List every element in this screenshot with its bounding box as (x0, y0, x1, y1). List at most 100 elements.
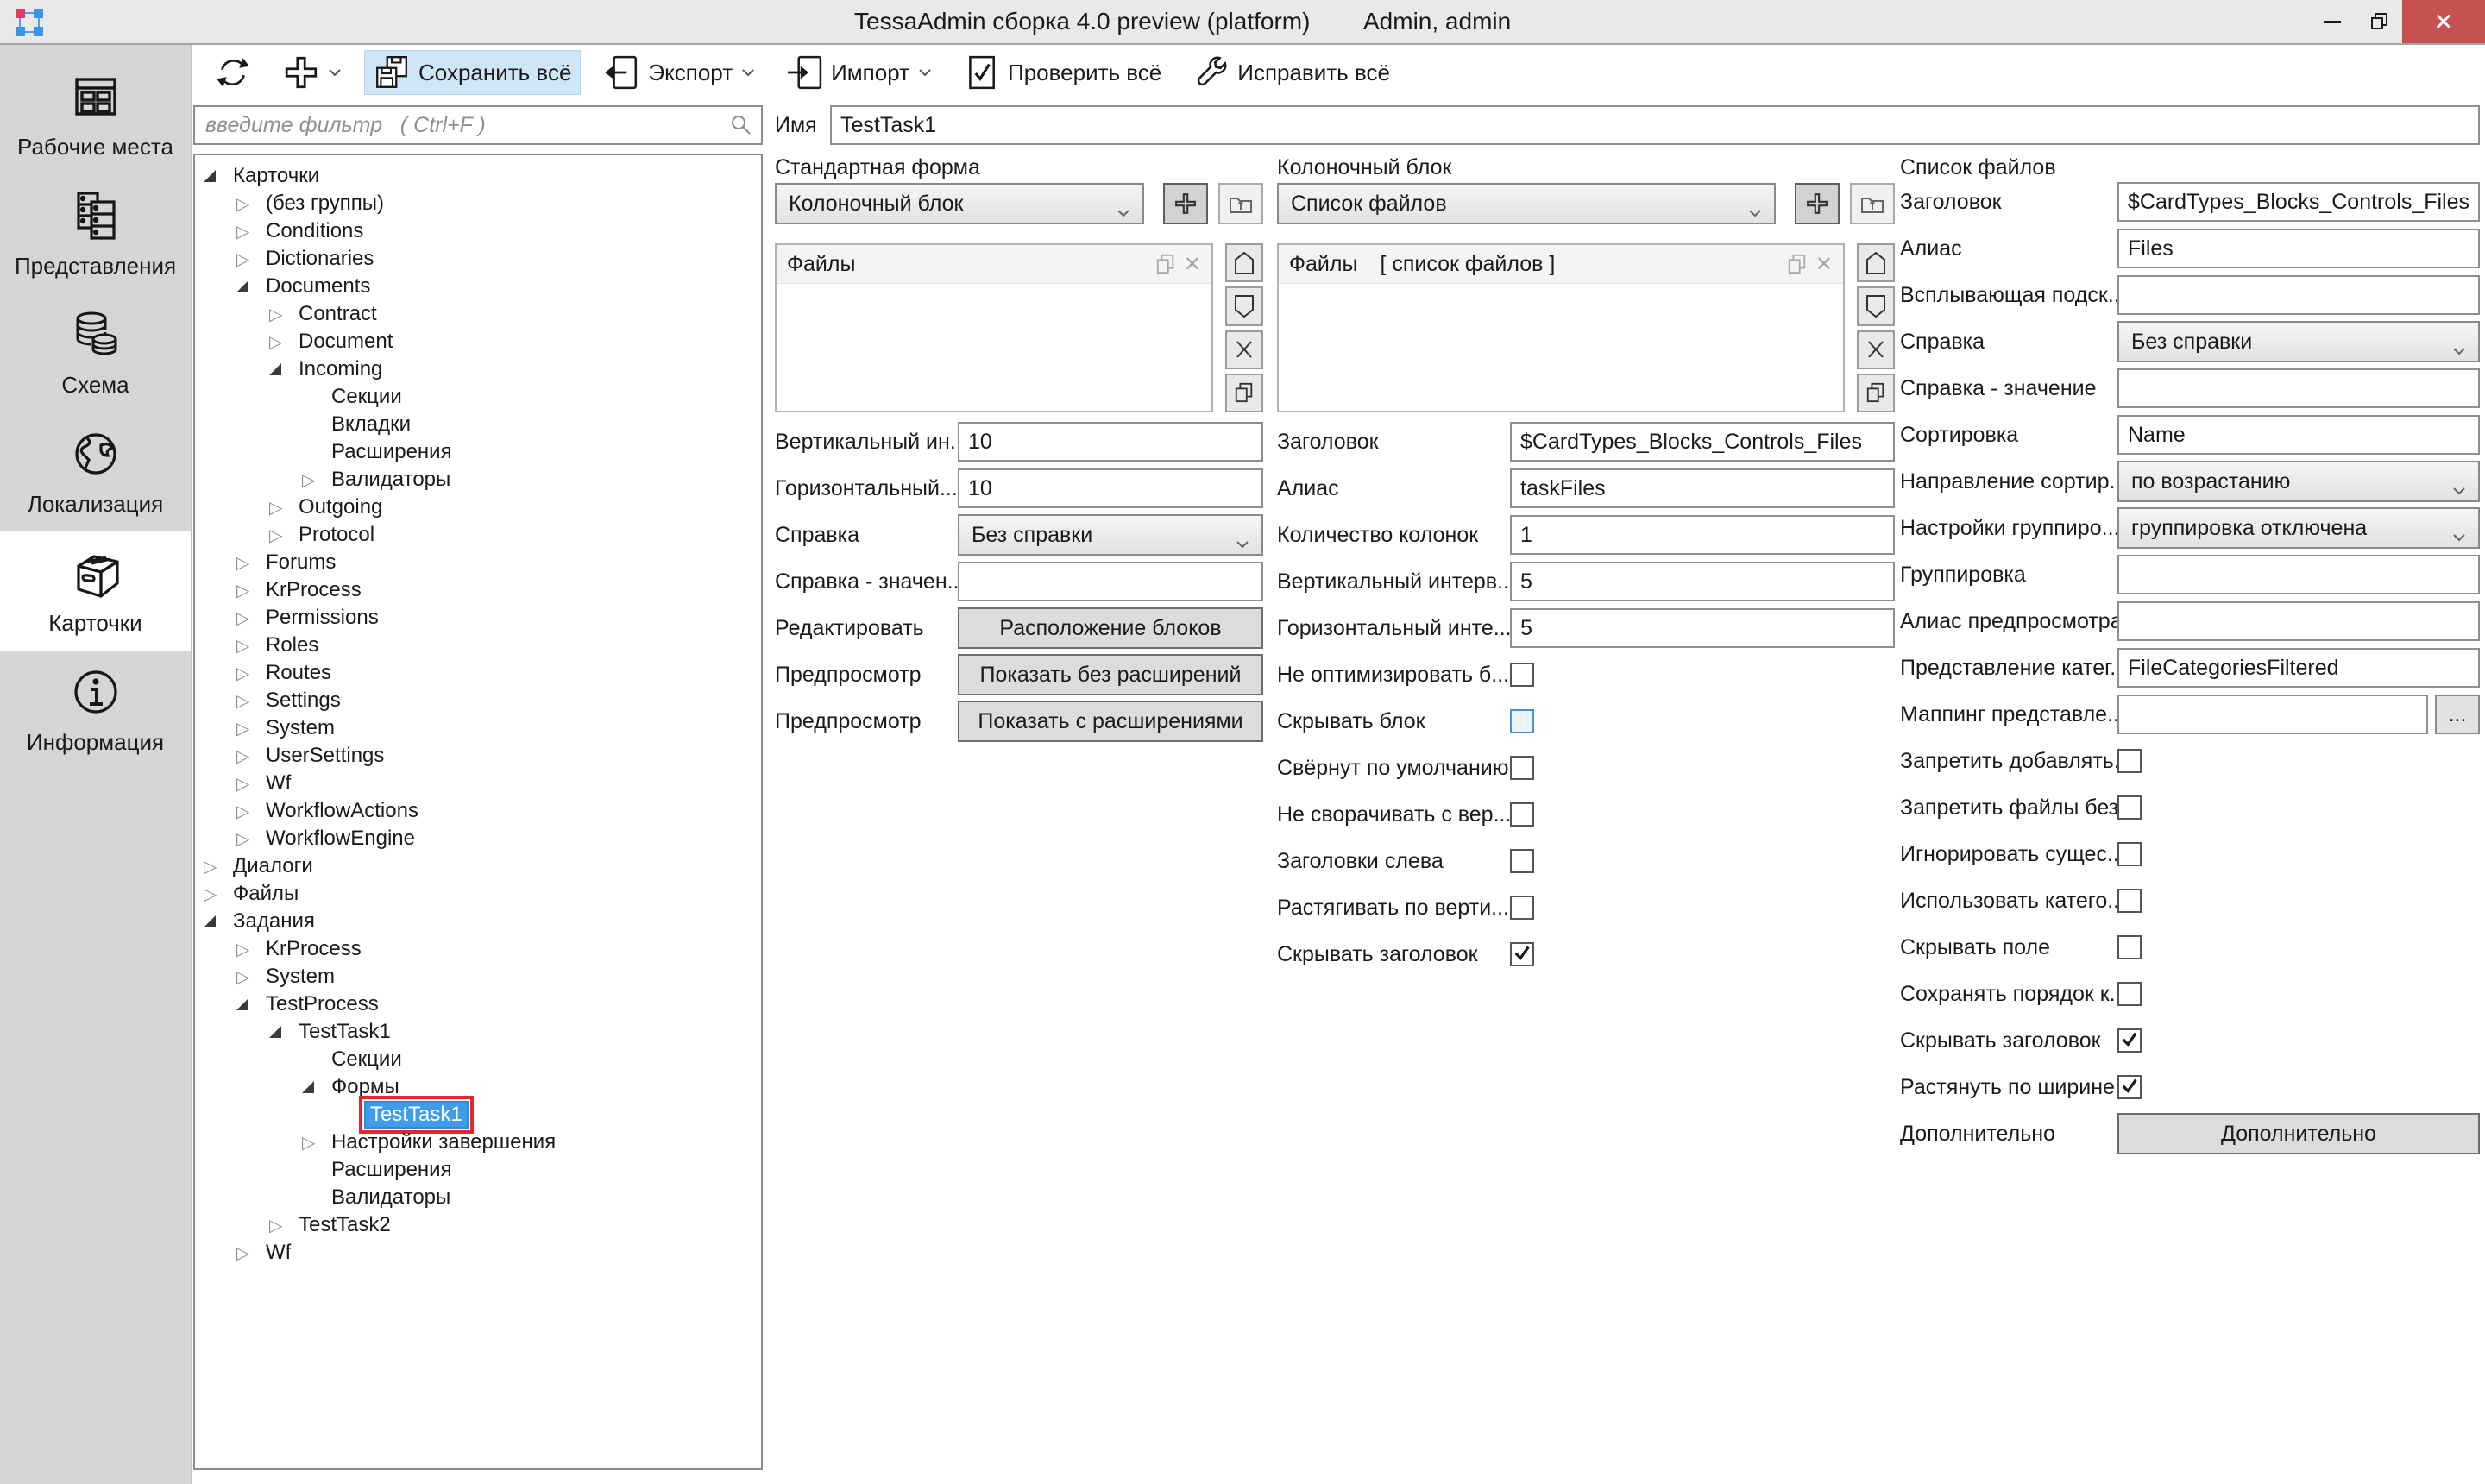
remove-icon[interactable]: ✕ (1815, 252, 1833, 277)
tree-item[interactable]: Incoming (195, 355, 761, 383)
collapsed-arrow-icon[interactable]: ▷ (204, 883, 233, 905)
collapsed-arrow-icon[interactable]: ▷ (236, 939, 266, 960)
name-input[interactable]: TestTask1 (830, 105, 2480, 145)
text-input[interactable] (2117, 601, 2480, 641)
tree-item[interactable]: ▷Wf (195, 1239, 761, 1267)
tree-item[interactable]: ▷System (195, 714, 761, 742)
collapsed-arrow-icon[interactable]: ▷ (236, 718, 266, 739)
tree-item[interactable]: ▷Wf (195, 770, 761, 797)
tree-item[interactable]: ▷Routes (195, 659, 761, 687)
text-input[interactable]: FileCategoriesFiltered (2117, 648, 2480, 688)
add-button[interactable] (274, 51, 350, 94)
tree-item[interactable]: ▷Permissions (195, 604, 761, 632)
expanded-arrow-icon[interactable] (204, 170, 233, 182)
move-up-button[interactable] (1225, 243, 1263, 282)
text-input[interactable]: 10 (958, 468, 1263, 508)
tree-item[interactable]: ▷TestTask2 (195, 1211, 761, 1239)
import-button[interactable]: Импорт (777, 51, 941, 94)
expanded-arrow-icon[interactable] (236, 280, 266, 292)
text-input[interactable] (2117, 695, 2428, 734)
collapsed-arrow-icon[interactable]: ▷ (302, 469, 331, 491)
tree-item[interactable]: ▷Dictionaries (195, 245, 761, 273)
tree-item[interactable]: Секции (195, 383, 761, 411)
tree-item[interactable]: ▷Document (195, 328, 761, 355)
tree-item[interactable]: ▷Валидаторы (195, 466, 761, 494)
tree-item[interactable]: Documents (195, 273, 761, 300)
expanded-arrow-icon[interactable] (236, 998, 266, 1010)
sidebar-item-views[interactable]: Представления (0, 174, 191, 293)
tree-item[interactable]: ▷UserSettings (195, 742, 761, 770)
add-block-button[interactable] (1163, 183, 1208, 224)
text-input[interactable] (2117, 555, 2480, 594)
checkbox[interactable] (1510, 756, 1534, 780)
move-down-button[interactable] (1857, 286, 1895, 325)
tree-item[interactable]: ▷WorkflowEngine (195, 825, 761, 852)
tree-item[interactable]: ▷Диалоги (195, 852, 761, 880)
checkbox[interactable] (1510, 802, 1534, 827)
sidebar-item-schema[interactable]: Схема (0, 293, 191, 412)
text-input[interactable]: Files (2117, 229, 2480, 268)
action-button[interactable]: Показать с расширениями (958, 701, 1263, 742)
close-button[interactable]: ✕ (2402, 0, 2485, 43)
collapsed-arrow-icon[interactable]: ▷ (269, 525, 299, 546)
text-input[interactable]: 10 (958, 422, 1263, 462)
tree-item[interactable]: ▷Файлы (195, 880, 761, 908)
tree-item[interactable]: Вкладки (195, 411, 761, 438)
copy-icon[interactable] (1156, 254, 1175, 274)
tree-item[interactable]: ▷Conditions (195, 217, 761, 245)
collapsed-arrow-icon[interactable]: ▷ (236, 193, 266, 215)
collapsed-arrow-icon[interactable]: ▷ (269, 497, 299, 519)
checkbox[interactable] (2117, 935, 2142, 959)
sidebar-item-localization[interactable]: Локализация (0, 412, 191, 531)
collapsed-arrow-icon[interactable]: ▷ (236, 580, 266, 601)
collapsed-arrow-icon[interactable]: ▷ (236, 221, 266, 242)
tree-item[interactable]: ▷KrProcess (195, 935, 761, 963)
delete-button[interactable] (1225, 330, 1263, 369)
fix-all-button[interactable]: Исправить всё (1184, 51, 1399, 94)
sidebar-item-info[interactable]: Информация (0, 651, 191, 770)
checkbox[interactable] (1510, 849, 1534, 873)
collapsed-arrow-icon[interactable]: ▷ (236, 607, 266, 629)
action-button[interactable]: Расположение блоков (958, 607, 1263, 649)
checkbox[interactable] (2117, 749, 2142, 773)
tree-item[interactable]: ▷Настройки завершения (195, 1129, 761, 1156)
collapsed-arrow-icon[interactable]: ▷ (236, 552, 266, 574)
copy-button[interactable] (1225, 374, 1263, 412)
sidebar-item-workplaces[interactable]: Рабочие места (0, 55, 191, 174)
tree-item[interactable]: Расширения (195, 1156, 761, 1184)
copy-icon[interactable] (1788, 254, 1807, 274)
sidebar-item-cards[interactable]: Карточки (0, 531, 191, 651)
collapsed-arrow-icon[interactable]: ▷ (269, 331, 299, 353)
collapsed-arrow-icon[interactable]: ▷ (236, 663, 266, 684)
text-input[interactable]: 5 (1510, 562, 1895, 601)
files-control-panel[interactable]: Файлы [ список файлов ] ✕ (1277, 243, 1845, 412)
export-button[interactable]: Экспорт (595, 51, 764, 94)
checkbox[interactable] (2117, 889, 2142, 913)
control-type-dropdown[interactable]: Список файлов (1277, 183, 1776, 224)
move-down-button[interactable] (1225, 286, 1263, 325)
checkbox[interactable] (2117, 795, 2142, 820)
checkbox[interactable] (2117, 1028, 2142, 1053)
checkbox[interactable] (1510, 709, 1534, 733)
text-input[interactable]: Name (2117, 415, 2480, 455)
checkbox[interactable] (2117, 982, 2142, 1006)
tree-item[interactable]: Задания (195, 908, 761, 935)
tree-item[interactable]: Карточки (195, 162, 761, 190)
collapsed-arrow-icon[interactable]: ▷ (236, 966, 266, 988)
collapsed-arrow-icon[interactable]: ▷ (236, 773, 266, 795)
action-button[interactable]: Показать без расширений (958, 654, 1263, 695)
dropdown[interactable]: по возрастанию (2117, 461, 2480, 502)
text-input[interactable]: 1 (1510, 515, 1895, 555)
action-button[interactable]: Дополнительно (2117, 1113, 2480, 1154)
delete-button[interactable] (1857, 330, 1895, 369)
tree-item[interactable]: Валидаторы (195, 1184, 761, 1211)
minimize-button[interactable] (2309, 0, 2356, 43)
dropdown[interactable]: группировка отключена (2117, 507, 2480, 549)
filter-input[interactable]: введите фильтр ( Ctrl+F ) (193, 105, 763, 145)
collapsed-arrow-icon[interactable]: ▷ (236, 828, 266, 850)
expanded-arrow-icon[interactable] (269, 363, 299, 375)
tree-item[interactable]: ▷(без группы) (195, 190, 761, 217)
move-up-button[interactable] (1857, 243, 1895, 282)
tree-item[interactable]: Секции (195, 1046, 761, 1073)
tree-item[interactable]: ▷Outgoing (195, 494, 761, 521)
